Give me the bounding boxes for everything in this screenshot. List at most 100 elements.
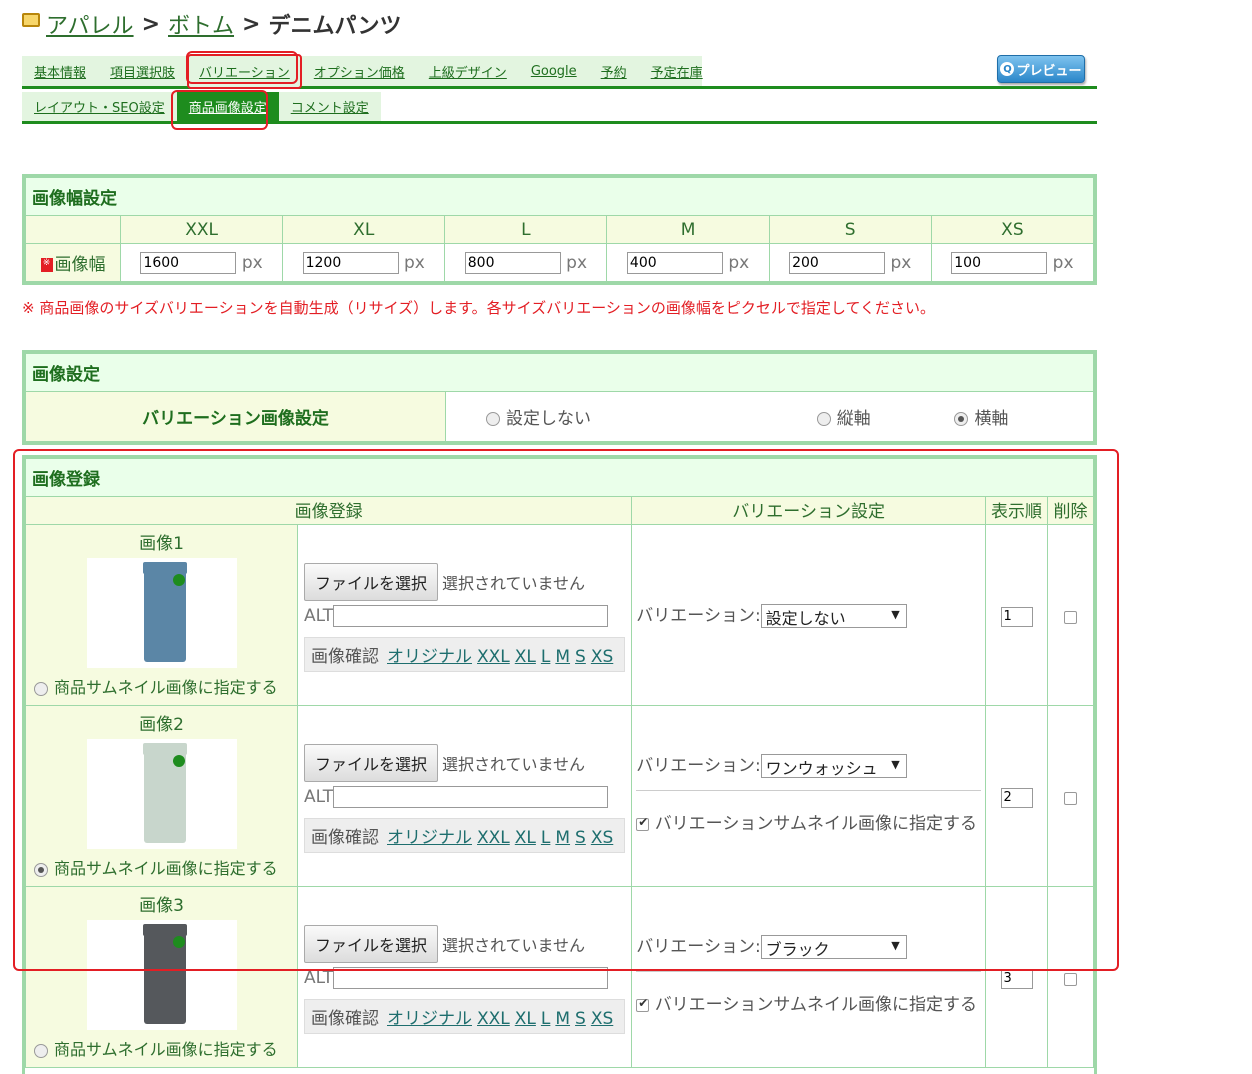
size-link[interactable]: XL (515, 828, 536, 848)
breadcrumb-link-apparel[interactable]: アパレル (46, 8, 134, 40)
upload-cell: ファイルを選択 選択されていません ALT 画像確認 オリジナル XXL XL L M S XS (296, 705, 633, 887)
width-input-s[interactable] (789, 251, 886, 274)
width-cell: px (119, 243, 284, 282)
size-link[interactable]: M (555, 647, 570, 667)
radio-vertical[interactable] (816, 412, 831, 426)
width-input-l[interactable] (464, 251, 561, 274)
tab-basic-info[interactable]: 基本情報 (22, 62, 98, 81)
tab-option-price[interactable]: オプション価格 (302, 62, 417, 81)
size-link[interactable]: M (555, 1009, 570, 1029)
size-link[interactable]: M (555, 828, 570, 848)
variation-image-setting-label: バリエーション画像設定 (25, 391, 446, 442)
width-input-m[interactable] (626, 251, 723, 274)
variation-select[interactable]: 設定しない (760, 604, 907, 628)
width-input-xxl[interactable] (140, 251, 237, 274)
preview-button[interactable]: Q プレビュー (997, 55, 1085, 83)
size-link[interactable]: S (575, 1009, 586, 1029)
file-select-button[interactable]: ファイルを選択 (304, 563, 439, 601)
size-link[interactable]: XS (591, 1009, 613, 1029)
alt-label: ALT (304, 606, 334, 626)
variation-thumb-checkbox[interactable] (636, 815, 650, 831)
option-none[interactable]: 設定しない (444, 391, 817, 442)
thumb-option[interactable]: 商品サムネイル画像に指定する (26, 674, 297, 698)
size-link[interactable]: XXL (477, 1009, 510, 1029)
variation-cell: バリエーション:ワンウォッシュ バリエーションサムネイル画像に指定する (631, 705, 986, 887)
option-horizontal[interactable]: 横軸 (954, 391, 1095, 442)
order-cell (985, 705, 1048, 887)
display-order-input[interactable] (1000, 606, 1033, 627)
radio-horizontal[interactable] (954, 412, 969, 426)
variation-select[interactable]: ワンウォッシュ (760, 754, 907, 778)
size-link[interactable]: S (575, 647, 586, 667)
thumb-radio[interactable] (34, 862, 48, 877)
file-select-button[interactable]: ファイルを選択 (304, 744, 439, 782)
tab-item-options[interactable]: 項目選択肢 (98, 62, 187, 81)
size-link[interactable]: オリジナル (387, 647, 472, 667)
confirm-label: 画像確認 (311, 647, 379, 667)
size-link[interactable]: オリジナル (387, 828, 472, 848)
blank-header (25, 215, 121, 244)
tab-advanced-design[interactable]: 上級デザイン (417, 62, 519, 81)
size-link[interactable]: L (541, 647, 550, 667)
preview-label: プレビュー (1016, 63, 1082, 79)
file-select-button[interactable]: ファイルを選択 (304, 925, 439, 963)
size-link[interactable]: XS (591, 828, 613, 848)
image-confirm-links: 画像確認 オリジナル XXL XL L M S XS (304, 999, 626, 1034)
col-variation-setting: バリエーション設定 (631, 496, 986, 525)
image-settings-panel: 画像設定 バリエーション画像設定 設定しない 縦軸 横軸 (22, 350, 1097, 445)
alt-label: ALT (304, 787, 334, 807)
required-mark: ※ (40, 258, 53, 272)
breadcrumb: アパレル > ボトム > デニムパンツ (22, 8, 402, 40)
thumb-option[interactable]: 商品サムネイル画像に指定する (26, 1036, 297, 1060)
confirm-label: 画像確認 (311, 828, 379, 848)
alt-input[interactable] (333, 967, 609, 989)
display-order-input[interactable] (1000, 787, 1033, 808)
subtab-comment[interactable]: コメント設定 (278, 92, 381, 121)
table-row: 画像2 商品サムネイル画像に指定する ファイルを選択 選択されていません ALT … (25, 705, 1094, 887)
size-link[interactable]: XS (591, 647, 613, 667)
tab-reservation[interactable]: 予約 (589, 62, 639, 81)
image-name: 画像2 (139, 715, 184, 735)
delete-checkbox[interactable] (1064, 610, 1077, 624)
variation-select[interactable]: ブラック (760, 935, 907, 959)
breadcrumb-current: デニムパンツ (268, 14, 402, 39)
display-order-input[interactable] (1000, 968, 1033, 989)
variation-label: バリエーション: (636, 937, 761, 957)
thumb-radio[interactable] (34, 681, 48, 696)
image-cell: 画像1 商品サムネイル画像に指定する (25, 524, 298, 706)
size-link[interactable]: XL (515, 647, 536, 667)
width-settings-title: 画像幅設定 (25, 177, 1094, 216)
thumb-radio[interactable] (34, 1043, 48, 1058)
size-header: L (444, 215, 608, 244)
image-settings-title: 画像設定 (25, 353, 1094, 392)
width-cell: px (606, 243, 770, 282)
option-vertical[interactable]: 縦軸 (816, 391, 955, 442)
size-link[interactable]: XL (515, 1009, 536, 1029)
width-input-xs[interactable] (951, 251, 1048, 274)
radio-none[interactable] (486, 412, 500, 426)
breadcrumb-link-bottom[interactable]: ボトム (168, 8, 234, 40)
size-link[interactable]: XXL (477, 647, 510, 667)
size-link[interactable]: S (575, 828, 586, 848)
no-file-text: 選択されていません (442, 755, 586, 774)
variation-thumb-checkbox[interactable] (636, 996, 650, 1012)
alt-input[interactable] (333, 786, 609, 808)
tab-google[interactable]: Google (519, 64, 589, 79)
size-link[interactable]: L (541, 828, 550, 848)
width-input-xl[interactable] (302, 251, 399, 274)
image-confirm-links: 画像確認 オリジナル XXL XL L M S XS (304, 637, 626, 672)
subtab-product-image[interactable]: 商品画像設定 (176, 92, 279, 121)
delete-checkbox[interactable] (1064, 972, 1077, 986)
delete-checkbox[interactable] (1064, 791, 1077, 805)
tab-planned-stock[interactable]: 予定在庫 (639, 62, 715, 81)
variation-cell: バリエーション: 設定しない (631, 524, 986, 706)
size-link[interactable]: L (541, 1009, 550, 1029)
alt-input[interactable] (333, 605, 609, 627)
tab-variation[interactable]: バリエーション (187, 53, 302, 89)
size-link[interactable]: XXL (477, 828, 510, 848)
image-name: 画像3 (139, 896, 184, 916)
thumb-option[interactable]: 商品サムネイル画像に指定する (26, 855, 297, 879)
subtab-layout-seo[interactable]: レイアウト・SEO設定 (22, 92, 177, 121)
size-link[interactable]: オリジナル (387, 1009, 472, 1029)
magnifier-icon: Q (1000, 62, 1015, 76)
